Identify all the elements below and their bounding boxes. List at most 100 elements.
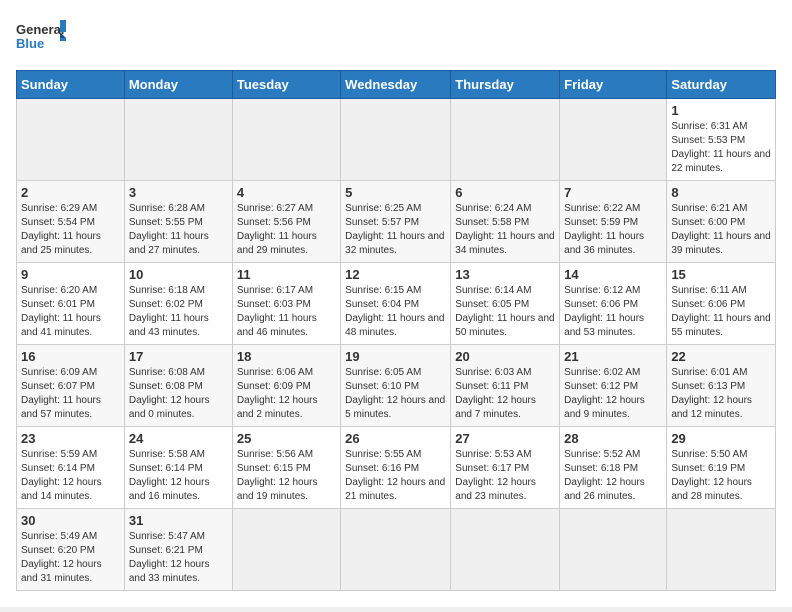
day-info: Sunrise: 6:24 AM Sunset: 5:58 PM Dayligh… bbox=[455, 202, 555, 258]
day-number: 4 bbox=[237, 185, 336, 200]
day-info: Sunrise: 6:14 AM Sunset: 6:05 PM Dayligh… bbox=[455, 284, 555, 340]
day-number: 10 bbox=[129, 267, 228, 282]
day-info: Sunrise: 6:05 AM Sunset: 6:10 PM Dayligh… bbox=[345, 366, 446, 422]
day-info: Sunrise: 5:52 AM Sunset: 6:18 PM Dayligh… bbox=[564, 448, 662, 504]
day-number: 21 bbox=[564, 349, 662, 364]
day-cell bbox=[560, 99, 667, 181]
day-info: Sunrise: 6:11 AM Sunset: 6:06 PM Dayligh… bbox=[671, 284, 771, 340]
day-cell: 26 Sunrise: 5:55 AM Sunset: 6:16 PM Dayli… bbox=[341, 427, 451, 509]
day-number: 9 bbox=[21, 267, 120, 282]
day-info: Sunrise: 6:17 AM Sunset: 6:03 PM Dayligh… bbox=[237, 284, 336, 340]
day-info: Sunrise: 6:12 AM Sunset: 6:06 PM Dayligh… bbox=[564, 284, 662, 340]
day-number: 17 bbox=[129, 349, 228, 364]
day-number: 12 bbox=[345, 267, 446, 282]
day-number: 22 bbox=[671, 349, 771, 364]
svg-text:Blue: Blue bbox=[16, 36, 44, 51]
calendar-table: SundayMondayTuesdayWednesdayThursdayFrid… bbox=[16, 70, 776, 591]
day-cell: 28 Sunrise: 5:52 AM Sunset: 6:18 PM Dayli… bbox=[560, 427, 667, 509]
day-cell bbox=[451, 99, 560, 181]
day-number: 31 bbox=[129, 513, 228, 528]
day-cell bbox=[232, 509, 340, 591]
day-cell: 21 Sunrise: 6:02 AM Sunset: 6:12 PM Dayli… bbox=[560, 345, 667, 427]
day-info: Sunrise: 6:06 AM Sunset: 6:09 PM Dayligh… bbox=[237, 366, 336, 422]
day-cell bbox=[341, 99, 451, 181]
week-row-4: 23 Sunrise: 5:59 AM Sunset: 6:14 PM Dayli… bbox=[17, 427, 776, 509]
day-cell: 7 Sunrise: 6:22 AM Sunset: 5:59 PM Daylig… bbox=[560, 181, 667, 263]
day-cell: 24Sunrise: 5:58 AM Sunset: 6:14 PM Dayli… bbox=[124, 427, 232, 509]
day-number: 28 bbox=[564, 431, 662, 446]
day-info: Sunrise: 6:25 AM Sunset: 5:57 PM Dayligh… bbox=[345, 202, 446, 258]
day-info: Sunrise: 6:22 AM Sunset: 5:59 PM Dayligh… bbox=[564, 202, 662, 258]
day-number: 2 bbox=[21, 185, 120, 200]
day-info: Sunrise: 6:27 AM Sunset: 5:56 PM Dayligh… bbox=[237, 202, 336, 258]
day-cell: 2Sunrise: 6:29 AM Sunset: 5:54 PM Daylig… bbox=[17, 181, 125, 263]
svg-text:General: General bbox=[16, 22, 64, 37]
weekday-thursday: Thursday bbox=[451, 71, 560, 99]
day-number: 14 bbox=[564, 267, 662, 282]
day-cell: 5 Sunrise: 6:25 AM Sunset: 5:57 PM Daylig… bbox=[341, 181, 451, 263]
day-cell: 30 Sunrise: 5:49 AM Sunset: 6:20 PM Dayli… bbox=[17, 509, 125, 591]
day-cell: 10 Sunrise: 6:18 AM Sunset: 6:02 PM Dayli… bbox=[124, 263, 232, 345]
week-row-5: 30 Sunrise: 5:49 AM Sunset: 6:20 PM Dayli… bbox=[17, 509, 776, 591]
day-cell: 19 Sunrise: 6:05 AM Sunset: 6:10 PM Dayli… bbox=[341, 345, 451, 427]
day-cell: 16Sunrise: 6:09 AM Sunset: 6:07 PM Dayli… bbox=[17, 345, 125, 427]
weekday-saturday: Saturday bbox=[667, 71, 776, 99]
day-number: 13 bbox=[455, 267, 555, 282]
day-number: 23 bbox=[21, 431, 120, 446]
day-cell bbox=[560, 509, 667, 591]
day-info: Sunrise: 6:18 AM Sunset: 6:02 PM Dayligh… bbox=[129, 284, 228, 340]
logo: General Blue bbox=[16, 16, 66, 60]
day-number: 19 bbox=[345, 349, 446, 364]
day-info: Sunrise: 5:55 AM Sunset: 6:16 PM Dayligh… bbox=[345, 448, 446, 504]
day-info: Sunrise: 5:58 AM Sunset: 6:14 PM Dayligh… bbox=[129, 448, 228, 504]
day-cell bbox=[17, 99, 125, 181]
day-number: 7 bbox=[564, 185, 662, 200]
day-cell: 15Sunrise: 6:11 AM Sunset: 6:06 PM Dayli… bbox=[667, 263, 776, 345]
day-number: 18 bbox=[237, 349, 336, 364]
day-cell: 23 Sunrise: 5:59 AM Sunset: 6:14 PM Dayli… bbox=[17, 427, 125, 509]
weekday-friday: Friday bbox=[560, 71, 667, 99]
day-info: Sunrise: 5:59 AM Sunset: 6:14 PM Dayligh… bbox=[21, 448, 120, 504]
day-cell: 18 Sunrise: 6:06 AM Sunset: 6:09 PM Dayli… bbox=[232, 345, 340, 427]
day-info: Sunrise: 6:15 AM Sunset: 6:04 PM Dayligh… bbox=[345, 284, 446, 340]
day-number: 26 bbox=[345, 431, 446, 446]
day-info: Sunrise: 6:21 AM Sunset: 6:00 PM Dayligh… bbox=[671, 202, 771, 258]
day-info: Sunrise: 5:56 AM Sunset: 6:15 PM Dayligh… bbox=[237, 448, 336, 504]
day-cell bbox=[667, 509, 776, 591]
day-cell: 12 Sunrise: 6:15 AM Sunset: 6:04 PM Dayli… bbox=[341, 263, 451, 345]
day-info: Sunrise: 6:02 AM Sunset: 6:12 PM Dayligh… bbox=[564, 366, 662, 422]
weekday-tuesday: Tuesday bbox=[232, 71, 340, 99]
day-info: Sunrise: 6:20 AM Sunset: 6:01 PM Dayligh… bbox=[21, 284, 120, 340]
day-info: Sunrise: 6:08 AM Sunset: 6:08 PM Dayligh… bbox=[129, 366, 228, 422]
day-cell bbox=[232, 99, 340, 181]
day-number: 5 bbox=[345, 185, 446, 200]
day-number: 3 bbox=[129, 185, 228, 200]
weekday-wednesday: Wednesday bbox=[341, 71, 451, 99]
header: General Blue bbox=[16, 16, 776, 60]
day-number: 30 bbox=[21, 513, 120, 528]
day-cell: 27Sunrise: 5:53 AM Sunset: 6:17 PM Dayli… bbox=[451, 427, 560, 509]
day-info: Sunrise: 6:01 AM Sunset: 6:13 PM Dayligh… bbox=[671, 366, 771, 422]
day-number: 20 bbox=[455, 349, 555, 364]
day-number: 16 bbox=[21, 349, 120, 364]
logo-svg: General Blue bbox=[16, 16, 66, 60]
day-info: Sunrise: 5:53 AM Sunset: 6:17 PM Dayligh… bbox=[455, 448, 555, 504]
day-cell: 1Sunrise: 6:31 AM Sunset: 5:53 PM Daylig… bbox=[667, 99, 776, 181]
weekday-sunday: Sunday bbox=[17, 71, 125, 99]
weekday-header-row: SundayMondayTuesdayWednesdayThursdayFrid… bbox=[17, 71, 776, 99]
day-cell: 4 Sunrise: 6:27 AM Sunset: 5:56 PM Daylig… bbox=[232, 181, 340, 263]
day-cell: 3Sunrise: 6:28 AM Sunset: 5:55 PM Daylig… bbox=[124, 181, 232, 263]
day-info: Sunrise: 6:03 AM Sunset: 6:11 PM Dayligh… bbox=[455, 366, 555, 422]
day-cell: 22 Sunrise: 6:01 AM Sunset: 6:13 PM Dayli… bbox=[667, 345, 776, 427]
day-number: 29 bbox=[671, 431, 771, 446]
weekday-monday: Monday bbox=[124, 71, 232, 99]
day-cell: 13 Sunrise: 6:14 AM Sunset: 6:05 PM Dayli… bbox=[451, 263, 560, 345]
day-number: 8 bbox=[671, 185, 771, 200]
calendar-page: General Blue SundayMondayTuesdayWednesda… bbox=[0, 0, 792, 607]
day-cell: 25 Sunrise: 5:56 AM Sunset: 6:15 PM Dayli… bbox=[232, 427, 340, 509]
day-number: 25 bbox=[237, 431, 336, 446]
day-cell: 9 Sunrise: 6:20 AM Sunset: 6:01 PM Daylig… bbox=[17, 263, 125, 345]
week-row-3: 16Sunrise: 6:09 AM Sunset: 6:07 PM Dayli… bbox=[17, 345, 776, 427]
day-info: Sunrise: 5:49 AM Sunset: 6:20 PM Dayligh… bbox=[21, 530, 120, 586]
day-number: 6 bbox=[455, 185, 555, 200]
